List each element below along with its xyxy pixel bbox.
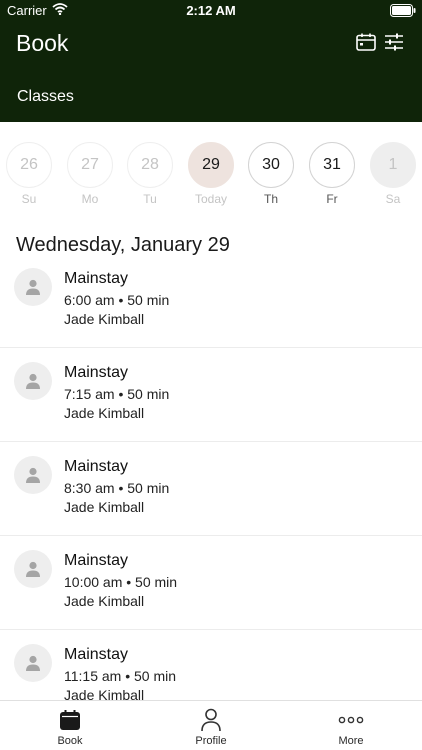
tab-bar: Book Profile More: [0, 700, 422, 750]
day-tuesday[interactable]: 28 Tu: [126, 142, 174, 206]
class-name: Mainstay: [64, 552, 129, 569]
day-number: 29: [188, 142, 234, 188]
instructor-avatar: [14, 268, 52, 306]
person-icon: [26, 373, 40, 389]
person-icon: [161, 707, 261, 733]
battery-icon: [390, 4, 416, 20]
day-label: Tu: [143, 192, 157, 206]
date-strip: 26 Su 27 Mo 28 Tu 29 Today 30 Th 31 Fr 1…: [0, 122, 422, 212]
day-monday[interactable]: 27 Mo: [66, 142, 114, 206]
tab-profile[interactable]: Profile: [161, 707, 261, 747]
class-time: 7:15 am • 50 min: [64, 386, 170, 402]
class-list-item[interactable]: Mainstay 7:15 am • 50 min Jade Kimball: [0, 348, 422, 442]
clock-time: 2:12 AM: [186, 3, 236, 18]
day-label: Fr: [326, 192, 338, 206]
page-title: Book: [16, 30, 69, 56]
class-instructor: Jade Kimball: [64, 405, 145, 421]
calendar-button[interactable]: [354, 32, 378, 56]
instructor-avatar: [14, 456, 52, 494]
day-label: Mo: [81, 192, 99, 206]
class-name: Mainstay: [64, 364, 129, 381]
class-list-item[interactable]: Mainstay 10:00 am • 50 min Jade Kimball: [0, 536, 422, 630]
more-icon: [301, 707, 401, 733]
section-subtitle: Classes: [17, 88, 74, 105]
class-instructor: Jade Kimball: [64, 311, 145, 327]
person-icon: [26, 467, 40, 483]
class-time: 8:30 am • 50 min: [64, 480, 170, 496]
day-label: Su: [21, 192, 37, 206]
tab-more[interactable]: More: [301, 707, 401, 747]
class-instructor: Jade Kimball: [64, 499, 145, 515]
day-number: 1: [370, 142, 416, 188]
class-list-item[interactable]: Mainstay 11:15 am • 50 min Jade Kimball: [0, 630, 422, 700]
filter-button[interactable]: [382, 32, 406, 56]
tab-label: More: [338, 735, 364, 747]
class-name: Mainstay: [64, 458, 129, 475]
instructor-avatar: [14, 644, 52, 682]
class-list-item[interactable]: Mainstay 6:00 am • 50 min Jade Kimball: [0, 254, 422, 348]
day-sunday[interactable]: 26 Su: [5, 142, 53, 206]
day-number: 31: [309, 142, 355, 188]
calendar-icon: [356, 33, 376, 56]
person-icon: [26, 279, 40, 295]
day-label: Today: [194, 192, 228, 206]
class-name: Mainstay: [64, 646, 129, 663]
class-list-item[interactable]: Mainstay 8:30 am • 50 min Jade Kimball: [0, 442, 422, 536]
calendar-icon: [20, 707, 120, 733]
day-number: 27: [67, 142, 113, 188]
instructor-avatar: [14, 550, 52, 588]
sliders-icon: [384, 33, 404, 56]
day-friday[interactable]: 31 Fr: [308, 142, 356, 206]
tab-label: Book: [57, 735, 83, 747]
tab-book[interactable]: Book: [20, 707, 120, 747]
day-number: 26: [6, 142, 52, 188]
day-saturday[interactable]: 1 Sa: [369, 142, 417, 206]
class-time: 6:00 am • 50 min: [64, 292, 170, 308]
day-label: Sa: [385, 192, 401, 206]
class-list: Mainstay 6:00 am • 50 min Jade Kimball M…: [0, 254, 422, 700]
day-thursday[interactable]: 30 Th: [247, 142, 295, 206]
status-bar: Carrier 2:12 AM: [0, 0, 422, 22]
instructor-avatar: [14, 362, 52, 400]
day-number: 30: [248, 142, 294, 188]
day-number: 28: [127, 142, 173, 188]
tab-label: Profile: [195, 735, 227, 747]
app-header: Book Classes: [0, 22, 422, 122]
class-instructor: Jade Kimball: [64, 687, 145, 700]
class-instructor: Jade Kimball: [64, 593, 145, 609]
class-time: 10:00 am • 50 min: [64, 574, 178, 590]
day-today[interactable]: 29 Today: [187, 142, 235, 206]
person-icon: [26, 655, 40, 671]
day-label: Th: [263, 192, 278, 206]
person-icon: [26, 561, 40, 577]
class-name: Mainstay: [64, 270, 129, 287]
class-time: 11:15 am • 50 min: [64, 668, 177, 684]
